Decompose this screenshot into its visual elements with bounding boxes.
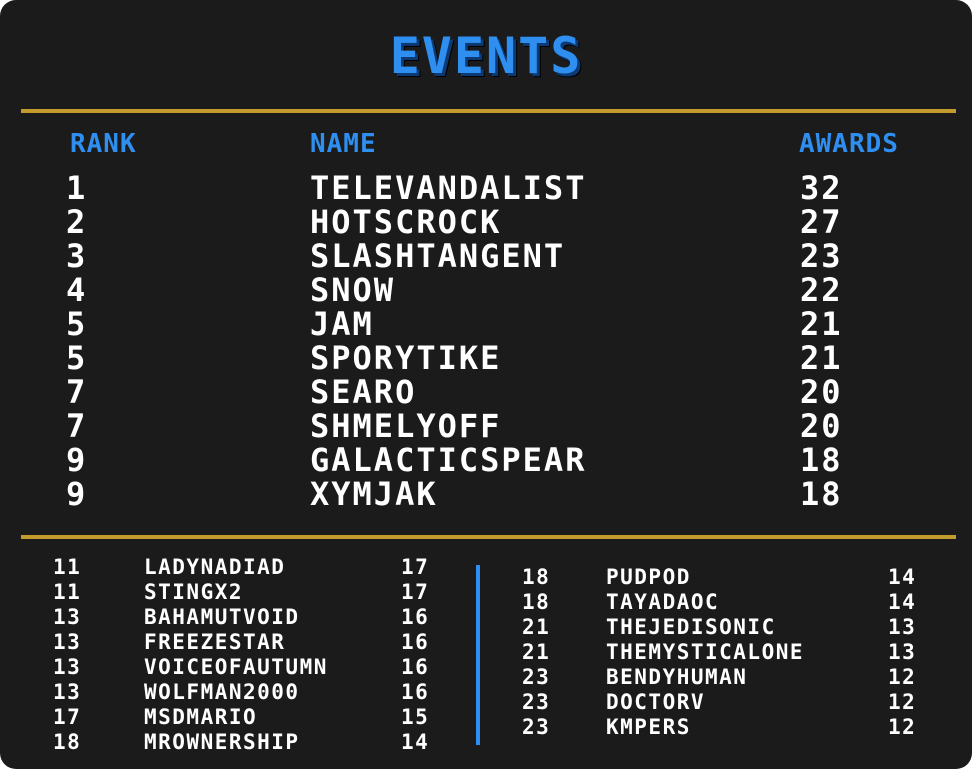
row-rank: 2 — [66, 203, 88, 241]
row-name: DOCTORV — [606, 690, 706, 714]
row-awards: 27 — [800, 203, 843, 241]
middle-divider — [21, 535, 956, 539]
row-awards: 23 — [800, 237, 843, 275]
row-awards: 18 — [800, 475, 843, 513]
row-awards: 20 — [800, 407, 843, 445]
row-name: GALACTICSPEAR — [310, 441, 587, 479]
row-name: SHMELYOFF — [310, 407, 502, 445]
row-name: PUDPOD — [606, 565, 691, 589]
leaderboard-row: 21 THEMYSTICALONE 13 — [0, 640, 972, 665]
row-name: THEJEDISONIC — [606, 615, 776, 639]
row-rank: 18 — [522, 590, 551, 614]
row-name: BENDYHUMAN — [606, 665, 748, 689]
column-header-name: NAME — [310, 129, 377, 159]
leaderboard-row: 23 BENDYHUMAN 12 — [0, 665, 972, 690]
row-awards: 32 — [800, 169, 843, 207]
row-rank: 23 — [522, 715, 551, 739]
leaderboard-row: 7 SHMELYOFF 20 — [0, 409, 972, 443]
row-name: SPORYTIKE — [310, 339, 502, 377]
leaderboard-row: 18 TAYADAOC 14 — [0, 590, 972, 615]
row-awards: 21 — [800, 339, 843, 377]
row-awards: 12 — [888, 665, 917, 689]
row-awards: 12 — [888, 690, 917, 714]
row-rank: 7 — [66, 407, 88, 445]
row-name: XYMJAK — [310, 475, 438, 513]
row-rank: 9 — [66, 475, 88, 513]
row-name: TELEVANDALIST — [310, 169, 587, 207]
leaderboard-row: 2 HOTSCROCK 27 — [0, 205, 972, 239]
row-rank: 4 — [66, 271, 88, 309]
leaderboard-row: 3 SLASHTANGENT 23 — [0, 239, 972, 273]
leaderboard-row: 23 KMPERS 12 — [0, 715, 972, 740]
row-awards: 20 — [800, 373, 843, 411]
leaderboard-row: 23 DOCTORV 12 — [0, 690, 972, 715]
leaderboard-row: 1 TELEVANDALIST 32 — [0, 171, 972, 205]
leaderboard-row: 5 SPORYTIKE 21 — [0, 341, 972, 375]
page-title: EVENTS — [389, 27, 583, 85]
leaderboard-row: 4 SNOW 22 — [0, 273, 972, 307]
row-rank: 21 — [522, 640, 551, 664]
leaderboard-row: 9 GALACTICSPEAR 18 — [0, 443, 972, 477]
top-divider — [21, 109, 956, 113]
row-awards: 12 — [888, 715, 917, 739]
leaderboard-row: 21 THEJEDISONIC 13 — [0, 615, 972, 640]
column-header-awards: AWARDS — [799, 129, 899, 159]
row-name: THEMYSTICALONE — [606, 640, 805, 664]
leaderboard-row: 5 JAM 21 — [0, 307, 972, 341]
row-rank: 5 — [66, 339, 88, 377]
row-name: SNOW — [310, 271, 396, 309]
row-rank: 18 — [522, 565, 551, 589]
row-rank: 9 — [66, 441, 88, 479]
row-rank: 1 — [66, 169, 88, 207]
row-name: TAYADAOC — [606, 590, 720, 614]
lower-ranks-right-list: 18 PUDPOD 14 18 TAYADAOC 14 21 THEJEDISONIC 13 21… — [0, 565, 972, 740]
column-header-rank: RANK — [70, 129, 137, 159]
row-name: JAM — [310, 305, 374, 343]
row-awards: 13 — [888, 640, 917, 664]
row-name: KMPERS — [606, 715, 691, 739]
row-name: SLASHTANGENT — [310, 237, 566, 275]
row-rank: 3 — [66, 237, 88, 275]
row-rank: 5 — [66, 305, 88, 343]
leaderboard-row: 18 PUDPOD 14 — [0, 565, 972, 590]
row-awards: 14 — [888, 565, 917, 589]
row-rank: 21 — [522, 615, 551, 639]
row-awards: 14 — [888, 590, 917, 614]
row-name: SEARO — [310, 373, 417, 411]
row-awards: 21 — [800, 305, 843, 343]
row-rank: 23 — [522, 690, 551, 714]
row-name: HOTSCROCK — [310, 203, 502, 241]
row-awards: 22 — [800, 271, 843, 309]
row-awards: 13 — [888, 615, 917, 639]
leaderboard-row: 7 SEARO 20 — [0, 375, 972, 409]
row-rank: 23 — [522, 665, 551, 689]
row-awards: 18 — [800, 441, 843, 479]
leaderboard-panel: EVENTS RANK NAME AWARDS 1 TELEVANDALIST 32… — [0, 0, 972, 769]
leaderboard-row: 9 XYMJAK 18 — [0, 477, 972, 511]
row-rank: 7 — [66, 373, 88, 411]
top-ten-list: 1 TELEVANDALIST 32 2 HOTSCROCK 27 3 SLASHTANGEN… — [0, 171, 972, 511]
